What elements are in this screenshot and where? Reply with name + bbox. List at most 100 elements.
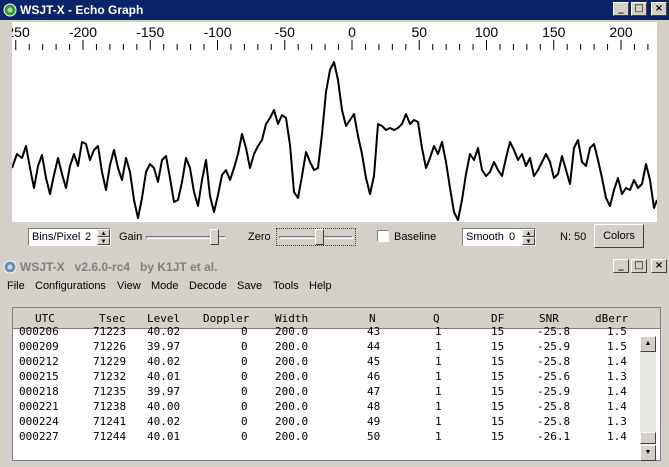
table-cell: 200.0	[275, 400, 309, 413]
table-row[interactable]: 000221 71238 40.00 0 200.0 48 1 15 -25.8 1.4	[13, 400, 643, 415]
menu-tools[interactable]: Tools	[273, 280, 299, 292]
window-title: WSJT-X v2.6.0-rc4 by K1JT et al.	[20, 260, 218, 274]
frequency-scale-ticks: -250 -200 -150 -100 -50 0 50 100 150 200	[12, 24, 649, 50]
table-cell: 200.0	[275, 325, 309, 338]
table-cell: 48	[367, 400, 381, 413]
table-cell: 15	[491, 355, 505, 368]
gain-slider[interactable]	[146, 228, 226, 246]
echo-controls: Bins/Pixel 2 ▲ ▼ Gain Zero Baseline Smoot…	[0, 224, 669, 250]
table-cell: 44	[367, 340, 381, 353]
table-cell: -25.8	[537, 355, 571, 368]
echo-graph-titlebar[interactable]: WSJT-X - Echo Graph _ □ ×	[0, 0, 669, 20]
menu-decode[interactable]: Decode	[189, 280, 227, 292]
table-cell: 0	[241, 415, 248, 428]
table-row[interactable]: 000206 71223 40.02 0 200.0 43 1 15 -25.8 1.5	[13, 325, 643, 340]
table-cell: 000218	[19, 385, 59, 398]
minimize-icon[interactable]: _	[613, 2, 629, 16]
table-cell: 200.0	[275, 370, 309, 383]
zero-slider[interactable]	[276, 228, 356, 246]
table-row[interactable]: 000224 71241 40.02 0 200.0 49 1 15 -25.8 1.3	[13, 415, 643, 430]
scroll-thumb[interactable]	[640, 432, 656, 444]
spin-down-icon[interactable]: ▼	[97, 237, 110, 245]
scale-tick-label: -250	[12, 24, 30, 40]
table-cell: 40.02	[147, 355, 181, 368]
table-cell: 15	[491, 430, 505, 443]
table-cell: 40.02	[147, 325, 181, 338]
maximize-icon[interactable]: □	[631, 259, 647, 273]
table-scrollbar[interactable]: ▲ ▼	[640, 336, 656, 461]
col-dberr: dBerr	[595, 312, 629, 325]
table-cell: 71232	[93, 370, 127, 383]
smooth-spinbox[interactable]: Smooth 0 ▲ ▼	[462, 228, 536, 246]
table-cell: 0	[241, 325, 248, 338]
scale-tick-label: 0	[348, 24, 356, 40]
scroll-up-icon[interactable]: ▲	[640, 336, 656, 352]
table-row[interactable]: 000227 71244 40.01 0 200.0 50 1 15 -26.1 1.4	[13, 430, 643, 445]
spin-up-icon[interactable]: ▲	[97, 229, 110, 237]
gain-slider-handle[interactable]	[210, 229, 219, 245]
menu-save[interactable]: Save	[237, 280, 262, 292]
table-cell: -25.6	[537, 370, 571, 383]
echo-trace	[12, 61, 657, 221]
scroll-down-icon[interactable]: ▼	[640, 445, 656, 461]
zero-slider-handle[interactable]	[315, 229, 324, 245]
table-row[interactable]: 000215 71232 40.01 0 200.0 46 1 15 -25.6 1.3	[13, 370, 643, 385]
spin-up-icon[interactable]: ▲	[522, 229, 535, 237]
scale-tick-label: -150	[136, 24, 164, 40]
table-cell: 39.97	[147, 385, 181, 398]
app-icon	[3, 260, 17, 274]
table-cell: 1	[435, 340, 442, 353]
table-cell: -25.8	[537, 325, 571, 338]
smooth-value: 0	[509, 231, 516, 243]
table-row[interactable]: 000218 71235 39.97 0 200.0 47 1 15 -25.9 1.4	[13, 385, 643, 400]
maximize-icon[interactable]: □	[631, 2, 647, 16]
close-icon[interactable]: ×	[651, 259, 667, 273]
baseline-checkbox[interactable]	[377, 230, 389, 242]
table-cell: 1.4	[607, 400, 627, 413]
colors-button[interactable]: Colors	[594, 224, 644, 248]
col-utc: UTC	[35, 312, 55, 325]
scale-tick-label: -200	[69, 24, 97, 40]
menu-configurations[interactable]: Configurations	[35, 280, 106, 292]
table-cell: 1	[435, 385, 442, 398]
spin-down-icon[interactable]: ▼	[522, 237, 535, 245]
table-cell: -25.9	[537, 340, 571, 353]
table-cell: 1	[435, 325, 442, 338]
table-cell: 15	[491, 340, 505, 353]
table-cell: 0	[241, 385, 248, 398]
table-cell: 200.0	[275, 355, 309, 368]
table-row[interactable]: 000212 71229 40.02 0 200.0 45 1 15 -25.8 1.4	[13, 355, 643, 370]
table-cell: 40.01	[147, 370, 181, 383]
table-cell: 0	[241, 400, 248, 413]
table-cell: 1	[435, 430, 442, 443]
table-cell: 40.01	[147, 430, 181, 443]
main-titlebar[interactable]: WSJT-X v2.6.0-rc4 by K1JT et al. _ □ ×	[0, 257, 669, 277]
scale-tick-label: 150	[542, 24, 566, 40]
table-cell: 15	[491, 370, 505, 383]
minimize-icon[interactable]: _	[613, 259, 629, 273]
table-cell: 200.0	[275, 340, 309, 353]
table-cell: 71238	[93, 400, 127, 413]
col-level: Level	[147, 312, 181, 325]
bins-per-pixel-spinbox[interactable]: Bins/Pixel 2 ▲ ▼	[28, 228, 111, 246]
table-cell: 15	[491, 325, 505, 338]
menu-file[interactable]: File	[7, 280, 25, 292]
col-snr: SNR	[539, 312, 559, 325]
menu-view[interactable]: View	[117, 280, 141, 292]
menu-bar: File Configurations View Mode Decode Sav…	[0, 277, 669, 295]
table-cell: 200.0	[275, 430, 309, 443]
menu-help[interactable]: Help	[309, 280, 332, 292]
n-count-label: N: 50	[560, 231, 587, 243]
bins-per-pixel-value: 2	[85, 231, 92, 243]
table-cell: 71223	[93, 325, 127, 338]
gain-label: Gain	[119, 231, 143, 243]
echo-trace-line	[12, 61, 657, 221]
menu-mode[interactable]: Mode	[151, 280, 179, 292]
scale-tick-label: -100	[203, 24, 231, 40]
window-title: WSJT-X - Echo Graph	[20, 3, 144, 17]
table-cell: 43	[367, 325, 381, 338]
table-cell: 15	[491, 385, 505, 398]
table-cell: 000224	[19, 415, 59, 428]
table-row[interactable]: 000209 71226 39.97 0 200.0 44 1 15 -25.9 1.5	[13, 340, 643, 355]
close-icon[interactable]: ×	[651, 2, 667, 16]
